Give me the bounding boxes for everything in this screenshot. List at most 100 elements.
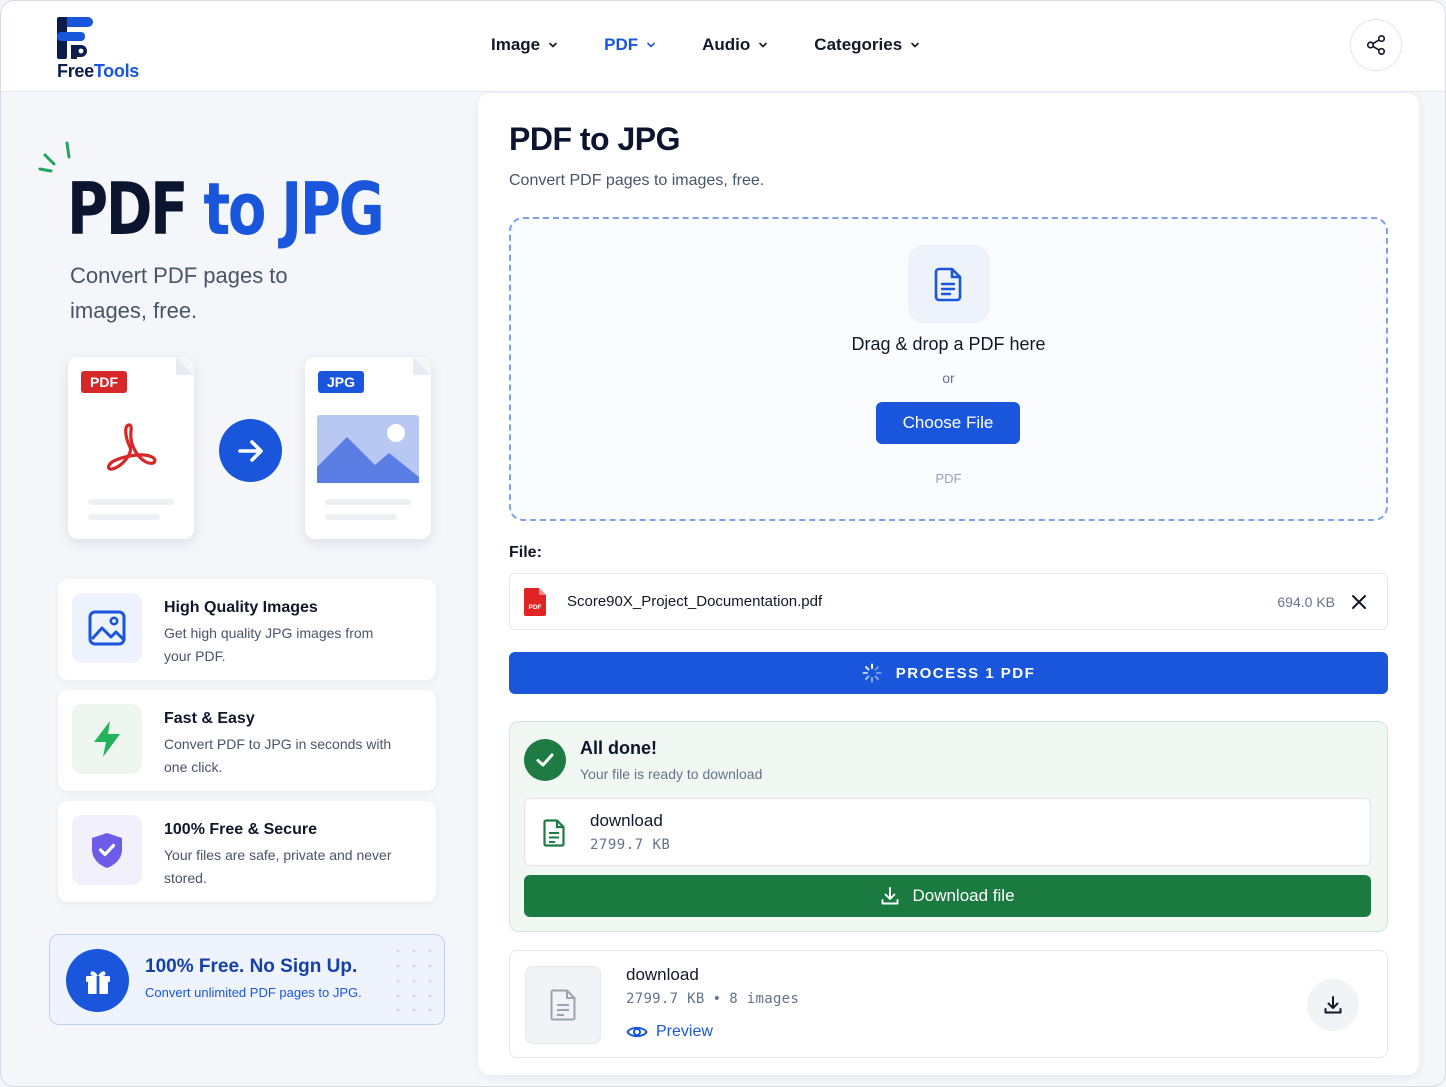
hero-title: PDF to JPG <box>67 161 385 257</box>
acrobat-icon <box>106 423 157 471</box>
feature-icon-tile <box>72 704 142 774</box>
nav-item-label: Categories <box>814 35 903 54</box>
document-icon <box>934 267 962 302</box>
dropzone-or: or <box>942 370 955 386</box>
converter-panel: PDF to JPG Convert PDF pages to images, … <box>478 93 1419 1075</box>
placeholder-line <box>88 514 160 520</box>
document-icon-tile <box>908 245 990 323</box>
completion-subtitle: Your file is ready to download <box>580 766 763 782</box>
pdf-file-icon: PDF <box>524 588 546 616</box>
download-file-button[interactable]: Download file <box>524 875 1371 917</box>
nav-item-categories[interactable]: Categories <box>814 35 920 55</box>
placeholder-line <box>88 499 174 505</box>
preview-link[interactable]: Preview <box>626 1023 713 1041</box>
file-label: File: <box>509 544 542 561</box>
result-download-button[interactable] <box>1307 979 1359 1031</box>
output-file-name: download <box>590 811 663 830</box>
output-file-row: download 2799.7 KB <box>524 798 1371 866</box>
meta-separator: • <box>712 991 722 1007</box>
result-thumbnail <box>525 966 601 1044</box>
logo-mark-icon <box>57 17 93 59</box>
hero-title-part2: to JPG <box>203 167 384 251</box>
share-button[interactable] <box>1350 19 1402 71</box>
result-file-size: 2799.7 KB <box>626 991 705 1007</box>
hero-title-part1: PDF <box>67 167 188 251</box>
placeholder-line <box>325 514 397 520</box>
placeholder-line <box>325 499 411 505</box>
feature-title: 100% Free & Secure <box>164 821 317 838</box>
choose-file-button[interactable]: Choose File <box>876 402 1020 444</box>
promo-title: 100% Free. No Sign Up. <box>145 956 358 977</box>
result-file-meta: 2799.7 KB • 8 images <box>626 991 799 1007</box>
nav-item-image[interactable]: Image <box>491 35 558 55</box>
brand-logo[interactable]: FreeTools <box>57 17 157 83</box>
file-name: Score90X_Project_Documentation.pdf <box>567 593 823 610</box>
chevron-down-icon <box>647 42 655 48</box>
nav-item-audio[interactable]: Audio <box>702 35 768 55</box>
promo-description: Convert unlimited PDF pages to JPG. <box>145 985 362 1000</box>
dot-pattern-decoration <box>396 949 432 1012</box>
result-image-count: 8 images <box>729 991 800 1007</box>
feature-icon-tile <box>72 593 142 663</box>
chevron-down-icon <box>549 42 557 48</box>
lightning-icon <box>94 721 120 757</box>
app-window: FreeTools Image PDF Audio Categories PDF… <box>0 0 1446 1087</box>
feature-card-secure: 100% Free & Secure Your files are safe, … <box>58 801 436 902</box>
feature-icon-tile <box>72 815 142 885</box>
gift-icon <box>85 970 110 994</box>
page-fold <box>176 357 194 375</box>
feature-description: Get high quality JPG images from your PD… <box>164 625 374 664</box>
selected-file-row: PDF Score90X_Project_Documentation.pdf 6… <box>509 573 1388 630</box>
file-text-icon <box>550 989 576 1021</box>
checkmark-icon <box>536 753 554 767</box>
arrow-right-icon <box>237 439 263 462</box>
brand-name-part1: Free <box>57 61 94 81</box>
jpg-document-illustration: JPG <box>305 357 431 539</box>
dropzone-text: Drag & drop a PDF here <box>851 334 1046 354</box>
file-dropzone[interactable]: Drag & drop a PDF here or Choose File PD… <box>509 217 1388 521</box>
pdf-document-illustration: PDF <box>68 357 194 539</box>
jpg-badge: JPG <box>318 371 365 393</box>
feature-card-quality: High Quality Images Get high quality JPG… <box>58 579 436 680</box>
image-icon <box>88 610 126 646</box>
nav-item-label: PDF <box>604 35 639 54</box>
landscape-image-icon <box>317 415 419 483</box>
eye-icon <box>626 1026 648 1038</box>
download-icon <box>1324 996 1342 1014</box>
svg-text:PDF: PDF <box>529 604 542 611</box>
tool-title: PDF to JPG <box>509 121 681 157</box>
chevron-down-icon <box>759 42 768 48</box>
output-file-size: 2799.7 KB <box>590 837 671 853</box>
shield-icon <box>92 833 122 868</box>
feature-description: Convert PDF to JPG in seconds with one c… <box>164 736 392 775</box>
preview-label: Preview <box>656 1023 713 1040</box>
nav-item-pdf[interactable]: PDF <box>604 35 656 55</box>
brand-name: FreeTools <box>57 61 139 82</box>
chevron-down-icon <box>911 42 919 48</box>
top-header: FreeTools Image PDF Audio Categories <box>1 1 1445 92</box>
feature-description: Your files are safe, private and never s… <box>164 847 392 886</box>
feature-title: High Quality Images <box>164 599 318 616</box>
accepted-type-label: PDF <box>935 471 962 486</box>
page-fold <box>413 357 431 375</box>
process-button-label: PROCESS 1 PDF <box>895 664 1036 682</box>
download-icon <box>882 887 899 905</box>
main-nav: Image PDF Audio Categories <box>491 31 966 59</box>
completion-panel: All done! Your file is ready to download… <box>509 721 1388 932</box>
process-button[interactable]: PROCESS 1 PDF <box>509 652 1388 694</box>
download-file-label: Download file <box>912 886 1015 905</box>
free-promo-banner: 100% Free. No Sign Up. Convert unlimited… <box>49 934 445 1025</box>
hero-subtitle: Convert PDF pages to images, free. <box>70 263 288 323</box>
tool-subtitle: Convert PDF pages to images, free. <box>509 172 765 189</box>
nav-item-label: Audio <box>702 35 751 54</box>
brand-name-part2: Tools <box>93 61 139 81</box>
loading-spinner-icon <box>862 663 882 683</box>
result-file-card: download 2799.7 KB • 8 images Preview <box>509 950 1388 1058</box>
close-icon[interactable] <box>1349 592 1369 612</box>
gift-icon-circle <box>66 949 129 1012</box>
nav-item-label: Image <box>491 35 541 54</box>
completion-title: All done! <box>580 738 657 758</box>
pdf-badge: PDF <box>81 371 127 393</box>
file-size: 694.0 KB <box>1277 594 1335 610</box>
success-check-circle <box>524 739 566 781</box>
